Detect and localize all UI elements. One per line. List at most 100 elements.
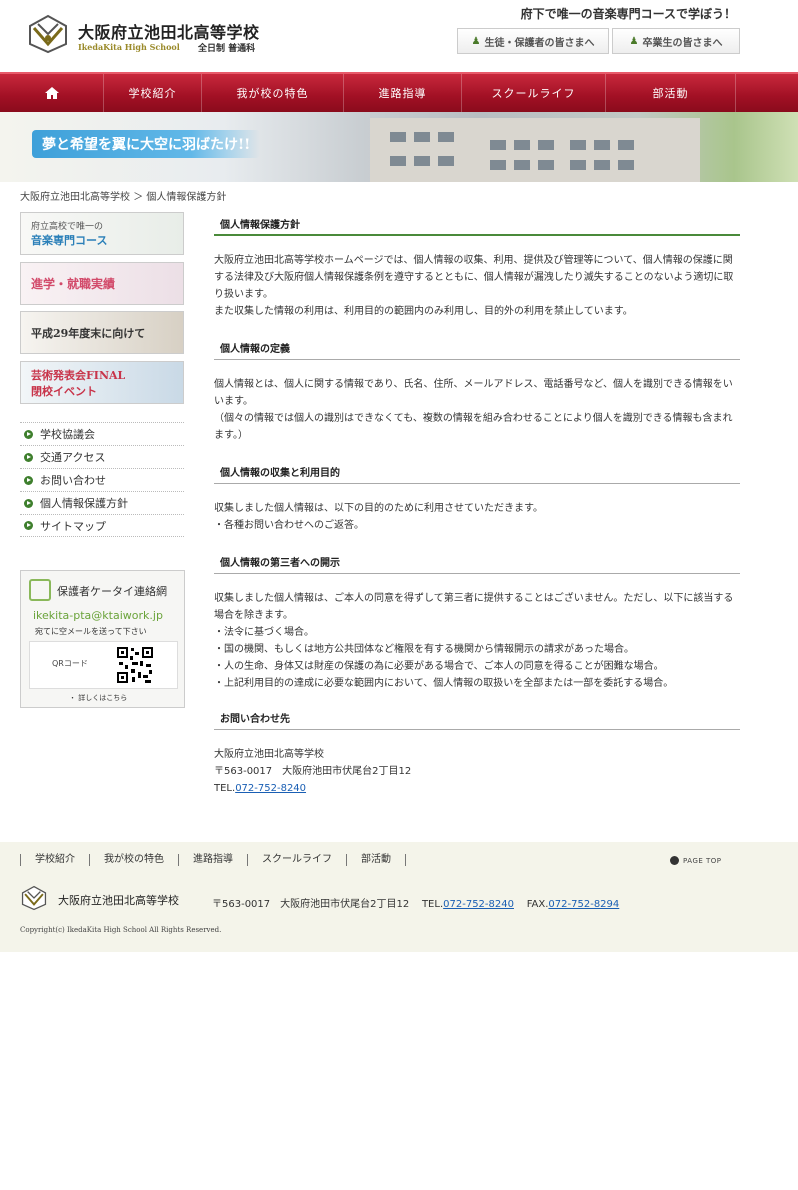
pta-mobile-banner[interactable]: 保護者ケータイ連絡網 ikekita-pta@ktaiwork.jp 宛てに空メ… [20, 570, 185, 708]
page-top-button[interactable]: PAGE TOP [670, 856, 722, 865]
arts-final-banner-line1: 芸術発表会FINAL [31, 368, 126, 382]
pta-note: 宛てに空メールを送って下さい [35, 627, 147, 636]
sidebar-item-label: サイトマップ [40, 519, 106, 533]
banner-catchphrase: 夢と希望を翼に大空に羽ばたけ!! [32, 130, 261, 158]
section-paragraph: 個人情報とは、個人に関する情報であり、氏名、住所、メールアドレス、電話番号など、… [214, 379, 733, 407]
nav-club[interactable]: 部活動 [606, 74, 736, 112]
sidebar-item-label: お問い合わせ [40, 474, 106, 487]
arrow-bullet-icon [24, 498, 33, 508]
section-heading: 個人情報の定義 [214, 336, 740, 360]
arrow-bullet-icon [24, 521, 33, 530]
contact-tel-link[interactable]: 072-752-8240 [235, 783, 306, 794]
sidebar-item-contact[interactable]: お問い合わせ [20, 468, 184, 491]
footer-address: 〒563-0017 大阪府池田市伏尾台2丁目12 TEL.072-752-824… [212, 895, 619, 910]
footer-address-text: 〒563-0017 大阪府池田市伏尾台2丁目12 [212, 899, 410, 910]
hero-banner: 夢と希望を翼に大空に羽ばたけ!! [0, 112, 798, 182]
arts-final-banner-line2: 閉校イベント [31, 384, 97, 398]
sidebar-links: 学校協議会 交通アクセス お問い合わせ 個人情報保護方針 サイトマップ [20, 422, 184, 537]
site-footer: 学校紹介 我が校の特色 進路指導 スクールライフ 部活動 PAGE TOP 大阪… [0, 842, 798, 952]
contact-name: 大阪府立池田北高等学校 [214, 749, 324, 760]
contact-heading: お問い合わせ先 [214, 706, 740, 730]
school-name-en: IkedaKita High School [78, 42, 180, 52]
main-content: 個人情報保護方針 大阪府立池田北高等学校ホームページでは、個人情報の収集、利用、… [214, 212, 740, 797]
qr-box: QRコード [29, 641, 178, 689]
school-name[interactable]: 大阪府立池田北高等学校 [78, 19, 260, 43]
arrow-bullet-icon [24, 429, 33, 439]
section-paragraph: ・法令に基づく場合。 [214, 627, 314, 638]
copyright: Copyright(c) IkedaKita High School All R… [20, 926, 222, 934]
students-parents-button[interactable]: ♟ 生徒・保護者の皆さまへ [457, 28, 609, 54]
section-paragraph: ・人の生命、身体又は財産の保護の為に必要がある場合で、ご本人の同意を得ることが困… [214, 661, 664, 672]
footer-nav-career[interactable]: 進路指導 [178, 854, 247, 866]
contact-tel-line: TEL.072-752-8240 [214, 780, 740, 797]
site-header: 大阪府立池田北高等学校 IkedaKita High School 全日制 普通… [0, 0, 798, 72]
career-results-banner[interactable]: 進学・就職実績 [20, 262, 184, 305]
music-course-banner-title: 音楽専門コース [31, 234, 108, 247]
section-paragraph: ・国の機関、もしくは地方公共団体など権限を有する機関から情報開示の請求があった場… [214, 644, 634, 655]
arrow-bullet-icon [24, 452, 33, 462]
nav-home[interactable] [0, 74, 104, 112]
section-paragraph: ・上記利用目的の達成に必要な範囲内において、個人情報の取扱いを全部または一部を委… [214, 678, 674, 689]
sidebar-item-label: 個人情報保護方針 [40, 497, 128, 510]
breadcrumb-current: 個人情報保護方針 [146, 192, 227, 203]
pta-title: 保護者ケータイ連絡網 [57, 585, 167, 598]
header-catchphrase: 府下で唯一の音楽専門コースで学ぼう！ [520, 7, 736, 21]
footer-fax-link[interactable]: 072-752-8294 [548, 899, 619, 910]
school-building-image [370, 118, 700, 182]
footer-tel-label: TEL. [421, 899, 444, 910]
nav-features[interactable]: 我が校の特色 [202, 74, 344, 112]
pta-email: ikekita-pta@ktaiwork.jp [33, 609, 163, 622]
footer-tel-link[interactable]: 072-752-8240 [443, 899, 514, 910]
page-title: 個人情報保護方針 [214, 212, 740, 236]
school-emblem-icon [21, 885, 47, 911]
section-heading: 個人情報の収集と利用目的 [214, 460, 740, 484]
sidebar-item-council[interactable]: 学校協議会 [20, 422, 184, 445]
footer-school-name: 大阪府立池田北高等学校 [58, 894, 179, 907]
sidebar-item-privacy[interactable]: 個人情報保護方針 [20, 491, 184, 514]
qr-label: QRコード [52, 659, 88, 668]
students-parents-label: 生徒・保護者の皆さまへ [484, 37, 595, 49]
tel-label: TEL. [214, 783, 236, 794]
music-course-banner[interactable]: 府立高校で唯一の 音楽専門コース [20, 212, 184, 255]
footer-nav-school-intro[interactable]: 学校紹介 [20, 854, 89, 866]
footer-nav: 学校紹介 我が校の特色 進路指導 スクールライフ 部活動 [20, 854, 406, 866]
arrow-up-icon [670, 856, 679, 865]
mobile-phone-icon [29, 579, 51, 601]
footer-nav-club[interactable]: 部活動 [346, 854, 406, 866]
nav-school-life[interactable]: スクールライフ [462, 74, 606, 112]
year-end-banner[interactable]: 平成29年度末に向けて [20, 311, 184, 354]
year-end-banner-label: 平成29年度末に向けて [31, 326, 146, 340]
breadcrumb-home[interactable]: 大阪府立池田北高等学校 [20, 192, 130, 203]
section-paragraph: 収集しました個人情報は、以下の目的のために利用させていただきます。 [214, 503, 543, 514]
pta-more-link[interactable]: ・ 詳しくはこちら [69, 693, 127, 703]
music-course-banner-sub: 府立高校で唯一の [31, 222, 104, 232]
breadcrumb-separator: ＞ [133, 192, 144, 203]
footer-nav-school-life[interactable]: スクールライフ [247, 854, 346, 866]
intro-paragraph: 大阪府立池田北高等学校ホームページでは、個人情報の収集、利用、提供及び管理等につ… [214, 255, 734, 300]
breadcrumb: 大阪府立池田北高等学校 ＞ 個人情報保護方針 [20, 188, 226, 203]
sidebar-item-access[interactable]: 交通アクセス [20, 445, 184, 468]
school-course: 全日制 普通科 [198, 44, 256, 54]
arts-final-banner[interactable]: 芸術発表会FINAL 閉校イベント [20, 361, 184, 404]
qr-code-icon [116, 646, 154, 684]
home-icon [44, 87, 59, 99]
career-results-banner-label: 進学・就職実績 [31, 277, 116, 291]
intro-paragraph: また収集した情報の利用は、利用目的の範囲内のみ利用し、目的外の利用を禁止していま… [214, 306, 633, 317]
person-icon: ♟ [471, 35, 481, 47]
alumni-label: 卒業生の皆さまへ [642, 37, 723, 49]
sidebar-item-label: 学校協議会 [40, 428, 95, 441]
alumni-button[interactable]: ♟ 卒業生の皆さまへ [612, 28, 740, 54]
footer-nav-features[interactable]: 我が校の特色 [89, 854, 178, 866]
arrow-bullet-icon [24, 475, 33, 485]
nav-school-intro[interactable]: 学校紹介 [104, 74, 202, 112]
sidebar-item-sitemap[interactable]: サイトマップ [20, 514, 184, 537]
section-paragraph: 収集しました個人情報は、ご本人の同意を得ずして第三者に提供することはございません… [214, 593, 734, 621]
sidebar-item-label: 交通アクセス [40, 451, 106, 464]
school-emblem-icon[interactable] [26, 14, 70, 54]
page-top-label: PAGE TOP [683, 856, 722, 865]
nav-career[interactable]: 進路指導 [344, 74, 462, 112]
section-paragraph: （個々の情報では個人の識別はできなくても、複数の情報を組み合わせることにより個人… [214, 413, 733, 441]
contact-address: 〒563-0017 大阪府池田市伏尾台2丁目12 [214, 766, 412, 777]
global-nav: 学校紹介 我が校の特色 進路指導 スクールライフ 部活動 [0, 72, 798, 112]
